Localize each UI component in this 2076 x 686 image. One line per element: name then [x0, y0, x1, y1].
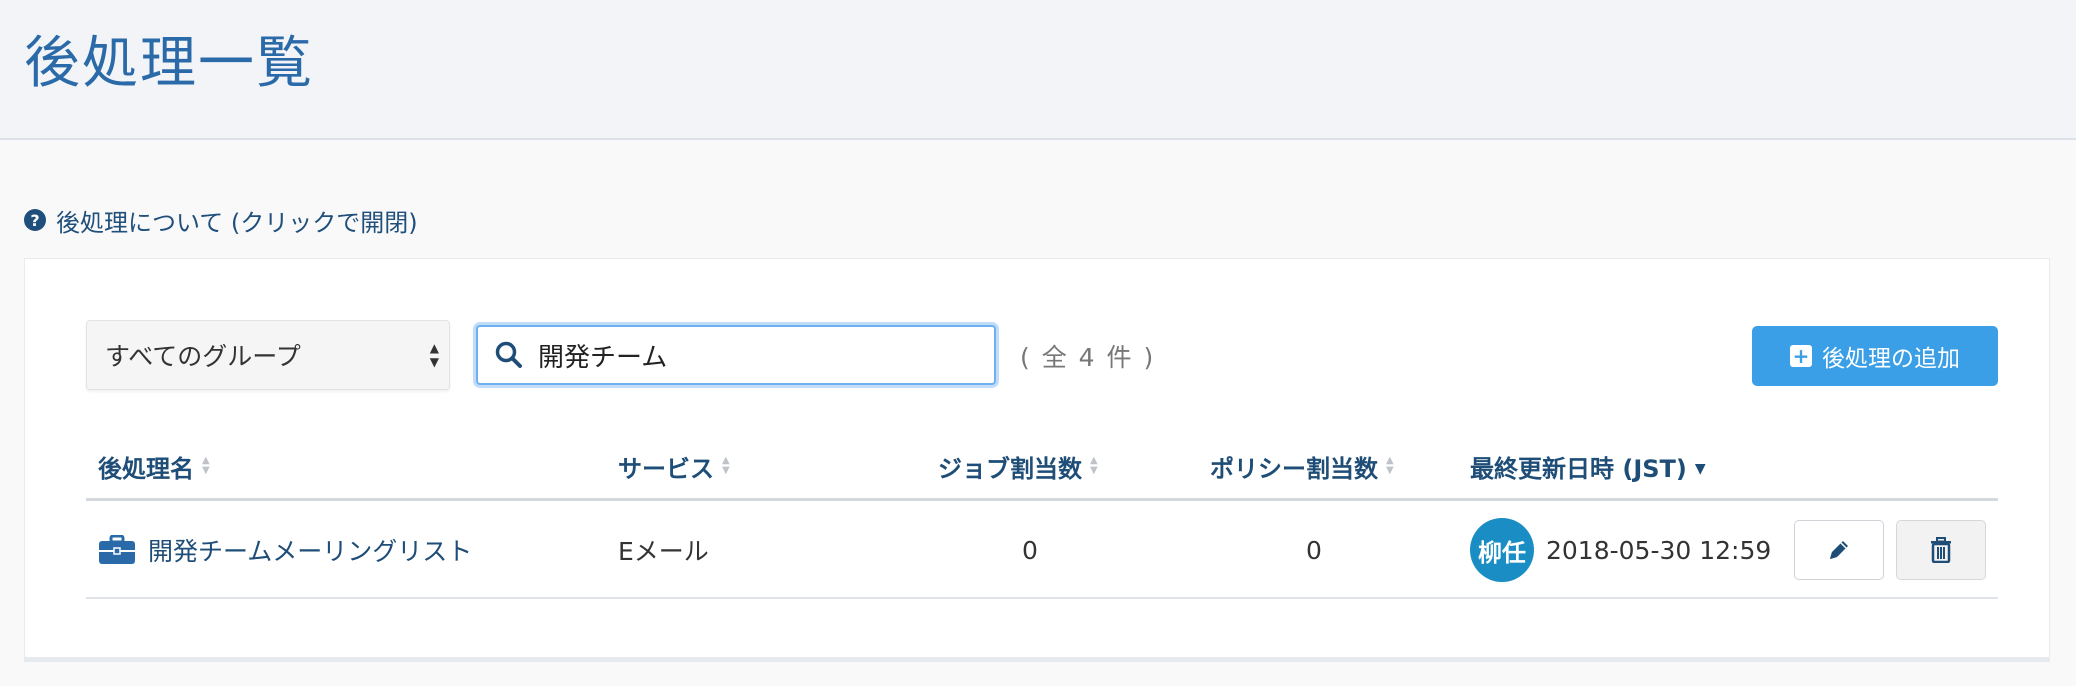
postprocess-name: 開発チームメーリングリスト [148, 537, 473, 566]
search-input[interactable] [538, 340, 978, 370]
service-cell: Eメール [618, 537, 709, 566]
question-circle-icon: ? [24, 209, 46, 231]
postprocess-name-link[interactable]: 開発チームメーリングリスト [98, 532, 472, 568]
job-count-cell: 0 [1022, 535, 1038, 565]
sort-icon: ▲ ▼ [722, 455, 730, 476]
page-header: 後処理一覧 [0, 0, 2076, 140]
sort-desc-icon: ▼ [1694, 461, 1706, 477]
trash-icon [1931, 537, 1951, 563]
sort-icon: ▲ ▼ [1090, 455, 1098, 476]
column-header-name[interactable]: 後処理名 ▲ ▼ [98, 448, 210, 484]
about-label: 後処理について (クリックで開閉) [56, 208, 418, 237]
result-count: ( 全 4 件 ) [1020, 343, 1156, 372]
search-icon [495, 341, 522, 368]
column-header-policy-count[interactable]: ポリシー割当数 ▲ ▼ [1210, 448, 1394, 484]
column-header-updated[interactable]: 最終更新日時 (JST) ▼ [1470, 448, 1706, 484]
add-button-label: 後処理の追加 [1822, 346, 1960, 372]
group-select-value: すべてのグループ [105, 342, 301, 371]
avatar: 柳任 [1470, 518, 1534, 582]
select-arrows-icon: ▲ ▼ [429, 341, 439, 369]
page-title: 後処理一覧 [24, 31, 314, 96]
updated-cell: 2018-05-30 12:59 [1546, 535, 1772, 565]
policy-count-cell: 0 [1306, 535, 1322, 565]
plus-square-icon: + [1790, 345, 1812, 367]
table-row-divider [86, 597, 1998, 599]
table-header-divider [86, 498, 1998, 501]
sort-icon: ▲ ▼ [202, 455, 210, 476]
search-box[interactable] [476, 325, 996, 385]
briefcase-icon [99, 535, 135, 564]
edit-button[interactable] [1794, 520, 1884, 580]
pencil-icon [1830, 541, 1848, 559]
column-header-job-count[interactable]: ジョブ割当数 ▲ ▼ [938, 448, 1098, 484]
column-header-service[interactable]: サービス ▲ ▼ [618, 448, 730, 484]
about-toggle[interactable]: ? 後処理について (クリックで開閉) [24, 204, 418, 237]
group-select[interactable]: すべてのグループ ▲ ▼ [86, 320, 450, 390]
sort-icon: ▲ ▼ [1386, 455, 1394, 476]
delete-button[interactable] [1896, 520, 1986, 580]
add-postprocess-button[interactable]: + 後処理の追加 [1752, 326, 1998, 386]
